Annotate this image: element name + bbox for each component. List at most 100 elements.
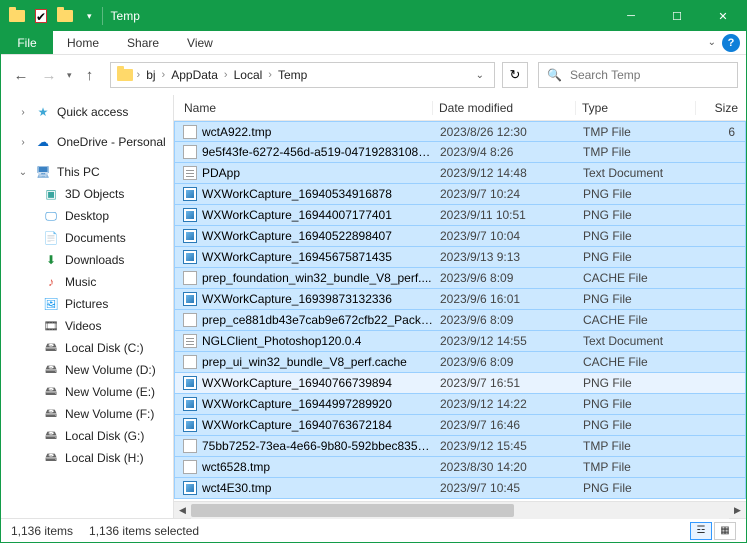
file-row[interactable]: prep_foundation_win32_bundle_V8_perf....…: [174, 268, 746, 289]
file-name: WXWorkCapture_16940522898407: [202, 229, 392, 243]
ribbon-collapse-icon[interactable]: ⌄: [708, 37, 716, 48]
view-tab[interactable]: View: [173, 31, 227, 54]
horizontal-scrollbar[interactable]: ◀ ▶: [174, 501, 746, 518]
file-type: TMP File: [577, 125, 697, 139]
sidebar-quick-access[interactable]: › ★ Quick access: [1, 101, 173, 123]
history-dropdown-icon[interactable]: ▾: [65, 70, 74, 81]
cloud-icon: ☁: [35, 134, 51, 150]
scroll-left-icon[interactable]: ◀: [174, 502, 191, 519]
file-date: 2023/9/12 14:55: [434, 334, 577, 348]
crumb[interactable]: Temp: [274, 68, 311, 82]
qat-dropdown-icon[interactable]: ▾: [81, 11, 98, 22]
crumb[interactable]: bj: [142, 68, 159, 82]
folder-icon: [115, 65, 135, 85]
scroll-right-icon[interactable]: ▶: [729, 502, 746, 519]
star-icon: ★: [35, 104, 51, 120]
file-row[interactable]: PDApp2023/9/12 14:48Text Document: [174, 163, 746, 184]
sidebar-item[interactable]: 🖴New Volume (D:): [1, 359, 173, 381]
file-row[interactable]: 9e5f43fe-6272-456d-a519-04719283108b.t..…: [174, 142, 746, 163]
sidebar-item[interactable]: 🖼Pictures: [1, 293, 173, 315]
sidebar-item[interactable]: 🖴New Volume (F:): [1, 403, 173, 425]
sidebar-item[interactable]: 🖴New Volume (E:): [1, 381, 173, 403]
navigation-pane[interactable]: › ★ Quick access › ☁ OneDrive - Personal…: [1, 95, 174, 518]
sidebar-item[interactable]: 🎞Videos: [1, 315, 173, 337]
refresh-button[interactable]: ↻: [502, 62, 528, 88]
file-tab[interactable]: File: [1, 31, 53, 54]
share-tab[interactable]: Share: [113, 31, 173, 54]
file-name: 9e5f43fe-6272-456d-a519-04719283108b.t..…: [202, 145, 434, 159]
file-list[interactable]: wctA922.tmp2023/8/26 12:30TMP File6 9e5f4…: [174, 121, 746, 501]
file-row[interactable]: 75bb7252-73ea-4e66-9b80-592bbec835d...20…: [174, 436, 746, 457]
disk-icon: 🖴: [43, 340, 59, 356]
home-tab[interactable]: Home: [53, 31, 113, 54]
sidebar-item[interactable]: 🖵Desktop: [1, 205, 173, 227]
file-name: wctA922.tmp: [202, 125, 271, 139]
file-date: 2023/9/7 16:46: [434, 418, 577, 432]
file-type: PNG File: [577, 187, 697, 201]
folder-icon: [7, 6, 27, 26]
pc-icon: 🖥: [35, 164, 51, 180]
address-dropdown-icon[interactable]: ⌄: [470, 70, 490, 81]
sidebar-onedrive[interactable]: › ☁ OneDrive - Personal: [1, 131, 173, 153]
details-view-button[interactable]: ☲: [690, 522, 712, 540]
help-icon[interactable]: ?: [722, 34, 740, 52]
file-type: Text Document: [577, 166, 697, 180]
file-row[interactable]: wct4E30.tmp2023/9/7 10:45PNG File: [174, 478, 746, 499]
col-date-header[interactable]: Date modified: [433, 101, 576, 115]
file-name: NGLClient_Photoshop120.0.4: [202, 334, 361, 348]
file-date: 2023/9/6 8:09: [434, 313, 577, 327]
file-icon: [183, 292, 197, 306]
file-type: PNG File: [577, 208, 697, 222]
file-type: Text Document: [577, 334, 697, 348]
file-icon: [183, 145, 197, 159]
file-row[interactable]: wct6528.tmp2023/8/30 14:20TMP File: [174, 457, 746, 478]
close-button[interactable]: ✕: [700, 1, 746, 31]
up-button[interactable]: ↑: [78, 63, 102, 87]
maximize-button[interactable]: ☐: [654, 1, 700, 31]
col-type-header[interactable]: Type: [576, 101, 696, 115]
file-row[interactable]: WXWorkCapture_169405228984072023/9/7 10:…: [174, 226, 746, 247]
file-row[interactable]: NGLClient_Photoshop120.0.4 2023/9/12 14:5…: [174, 331, 746, 352]
sidebar-item[interactable]: 📄Documents: [1, 227, 173, 249]
sidebar-item[interactable]: ▣3D Objects: [1, 183, 173, 205]
crumb[interactable]: AppData: [167, 68, 222, 82]
file-date: 2023/9/12 14:22: [434, 397, 577, 411]
navigation-bar: ← → ▾ ↑ › bj› AppData› Local› Temp ⌄ ↻ 🔍…: [1, 55, 746, 95]
minimize-button[interactable]: ─: [608, 1, 654, 31]
file-row[interactable]: WXWorkCapture_16940763672184 2023/9/7 16:…: [174, 415, 746, 436]
file-row[interactable]: prep_ui_win32_bundle_V8_perf.cache2023/9…: [174, 352, 746, 373]
col-size-header[interactable]: Size: [696, 101, 746, 115]
sidebar-this-pc[interactable]: ⌄ 🖥 This PC: [1, 161, 173, 183]
col-name-header[interactable]: Name: [174, 101, 433, 115]
file-type: PNG File: [577, 229, 697, 243]
file-name: WXWorkCapture_16940763672184: [202, 418, 392, 432]
file-row[interactable]: WXWorkCapture_169449972899202023/9/12 14…: [174, 394, 746, 415]
file-row[interactable]: WXWorkCapture_169456758714352023/9/13 9:…: [174, 247, 746, 268]
file-row[interactable]: prep_ce881db43e7cab9e672cfb22_Packa...20…: [174, 310, 746, 331]
sidebar-item[interactable]: ⬇Downloads: [1, 249, 173, 271]
file-icon: [183, 187, 197, 201]
sidebar-item[interactable]: ♪Music: [1, 271, 173, 293]
properties-icon[interactable]: ✔: [31, 6, 51, 26]
address-bar[interactable]: › bj› AppData› Local› Temp ⌄: [110, 62, 495, 88]
sidebar-item[interactable]: 🖴Local Disk (H:): [1, 447, 173, 469]
file-icon: [183, 334, 197, 348]
file-row[interactable]: wctA922.tmp2023/8/26 12:30TMP File6: [174, 121, 746, 142]
pictures-icon: 🖼: [43, 296, 59, 312]
file-row[interactable]: WXWorkCapture_169405349168782023/9/7 10:…: [174, 184, 746, 205]
crumb[interactable]: Local: [230, 68, 267, 82]
new-folder-icon[interactable]: [55, 6, 75, 26]
file-row[interactable]: WXWorkCapture_169407667398942023/9/7 16:…: [174, 373, 746, 394]
large-icons-view-button[interactable]: ▦: [714, 522, 736, 540]
forward-button[interactable]: →: [37, 63, 61, 87]
sidebar-item[interactable]: 🖴Local Disk (C:): [1, 337, 173, 359]
file-row[interactable]: WXWorkCapture_169440071774012023/9/11 10…: [174, 205, 746, 226]
sidebar-item[interactable]: 🖴Local Disk (G:): [1, 425, 173, 447]
back-button[interactable]: ←: [9, 63, 33, 87]
file-name: wct6528.tmp: [202, 460, 270, 474]
scroll-thumb[interactable]: [191, 504, 514, 517]
file-icon: [183, 125, 197, 139]
search-input[interactable]: 🔍 Search Temp: [538, 62, 738, 88]
file-row[interactable]: WXWorkCapture_169398731323362023/9/6 16:…: [174, 289, 746, 310]
file-icon: [183, 229, 197, 243]
